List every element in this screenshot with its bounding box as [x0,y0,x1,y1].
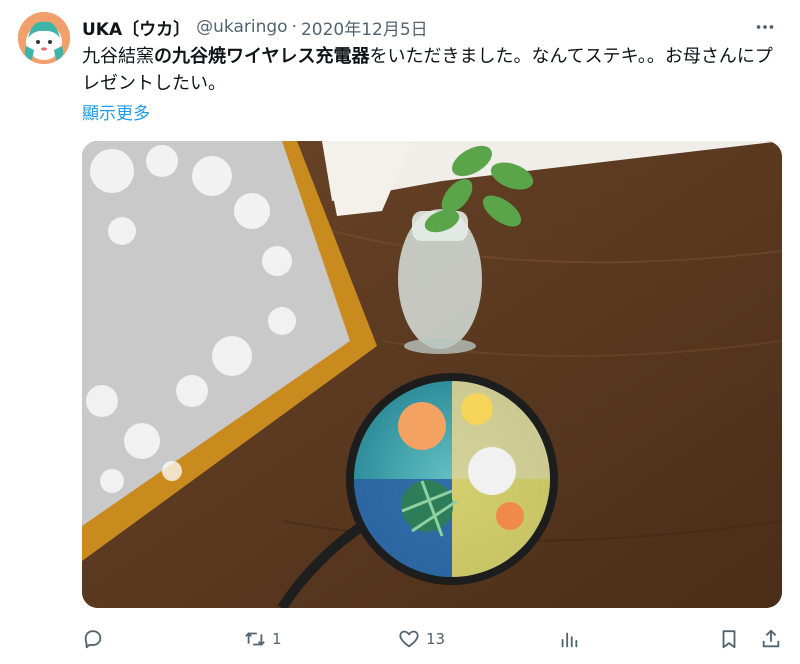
reply-icon [84,630,102,649]
tweet-text: 九谷結窯の九谷焼ワイヤレス充電器をいただきました。なんてステキ。。お母さんにプレ… [82,43,782,97]
tweet-text-bold: の九谷焼ワイヤレス充電器 [154,46,370,67]
tweet-header: UKA〔ウカ〕 @ukaringo · 2020年12月5日 [82,14,780,40]
like-count: 13 [426,630,446,648]
retweet-count: 1 [272,630,282,648]
display-name[interactable]: UKA〔ウカ〕 [82,15,190,40]
share-icon [762,629,780,648]
share-button[interactable] [760,622,782,656]
more-button[interactable] [750,14,780,40]
views-button[interactable] [558,622,586,656]
avatar-illustration [18,12,70,64]
photo-illustration [82,141,782,608]
user-handle[interactable]: @ukaringo [196,17,287,37]
tweet-date[interactable]: 2020年12月5日 [301,15,428,40]
retweet-icon [245,632,265,646]
separator-dot: · [291,17,297,37]
like-button[interactable]: 13 [398,622,445,656]
more-icon [756,25,774,29]
tweet-text-part1: 九谷結窯 [82,46,154,67]
views-icon [561,632,578,648]
tweet-photo[interactable] [82,141,782,608]
reply-button[interactable] [82,622,110,656]
avatar[interactable] [18,12,70,64]
action-bar: 1 13 [82,622,782,656]
show-more-link[interactable]: 顯示更多 [82,99,150,124]
like-icon [399,630,419,648]
bookmark-button[interactable] [718,622,740,656]
bookmark-icon [722,630,736,649]
retweet-button[interactable]: 1 [244,622,282,656]
